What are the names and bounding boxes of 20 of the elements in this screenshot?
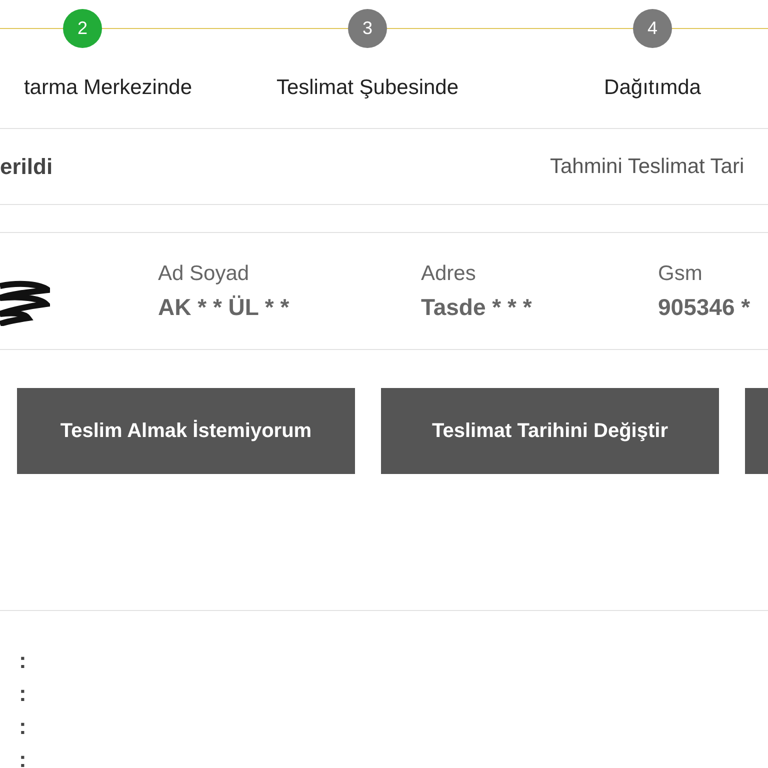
detail-separator: :	[19, 649, 28, 672]
action-button[interactable]: Teslim Almak İstemiyorum	[17, 388, 355, 474]
step-label: Teslimat Şubesinde	[276, 75, 459, 101]
action-button[interactable]: Teslimat Tarihini Değiştir	[381, 388, 719, 474]
step-number: 4	[633, 9, 672, 48]
detail-separator: :	[19, 682, 28, 705]
field-label: Gsm	[658, 261, 704, 287]
detail-separator: :	[19, 715, 28, 738]
detail-separator: :	[19, 748, 28, 768]
field-value: Tasde * * *	[421, 292, 533, 322]
step-label: Dağıtımda	[604, 75, 701, 101]
field-label: Ad Soyad	[158, 261, 250, 287]
field-value: 905346 *	[658, 292, 752, 322]
step-number: 2	[63, 9, 102, 48]
status-text: erildi	[0, 153, 53, 181]
step-label: tarma Merkezinde	[24, 75, 192, 101]
estimated-delivery-label: Tahmini Teslimat Tari	[550, 154, 746, 180]
field-label: Adres	[421, 261, 477, 287]
step-number: 3	[348, 9, 387, 48]
field-value: AK * * ÜL * *	[158, 292, 290, 322]
